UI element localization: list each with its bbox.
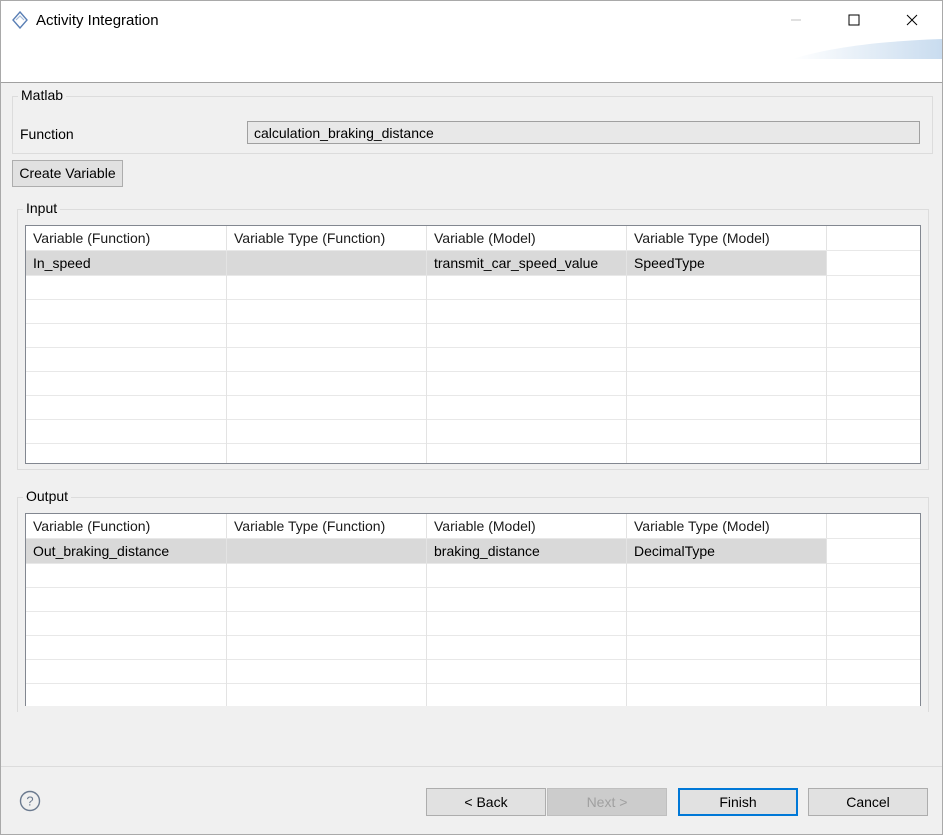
maximize-icon — [848, 14, 860, 26]
svg-text:?: ? — [26, 794, 33, 809]
column-header[interactable]: Variable Type (Model) — [627, 514, 827, 538]
empty-row — [26, 275, 920, 300]
column-header-filler — [827, 226, 920, 250]
empty-row — [26, 563, 920, 588]
empty-row — [26, 683, 920, 706]
column-header[interactable]: Variable (Model) — [427, 514, 627, 538]
empty-row — [26, 323, 920, 348]
back-button[interactable]: < Back — [426, 788, 546, 816]
cell-var-function[interactable]: In_speed — [26, 251, 227, 275]
output-group: Output Variable (Function) Variable Type… — [17, 488, 929, 712]
activity-diamond-icon — [11, 10, 29, 30]
empty-row — [26, 659, 920, 684]
input-group-title: Input — [23, 200, 61, 216]
input-group: Input Variable (Function) Variable Type … — [17, 200, 929, 470]
cell-type-model[interactable]: DecimalType — [627, 539, 827, 563]
finish-button[interactable]: Finish — [678, 788, 798, 816]
minimize-icon — [791, 19, 801, 21]
column-header[interactable]: Variable (Function) — [26, 514, 227, 538]
window-title: Activity Integration — [36, 12, 159, 29]
empty-row — [26, 611, 920, 636]
cell-var-model[interactable]: transmit_car_speed_value — [427, 251, 627, 275]
input-table[interactable]: Variable (Function) Variable Type (Funct… — [25, 225, 921, 464]
maximize-button[interactable] — [839, 7, 869, 33]
table-header: Variable (Function) Variable Type (Funct… — [26, 514, 920, 539]
empty-row — [26, 419, 920, 444]
table-row[interactable]: In_speed transmit_car_speed_value SpeedT… — [26, 251, 920, 276]
empty-row — [26, 635, 920, 660]
empty-row — [26, 347, 920, 372]
cancel-button[interactable]: Cancel — [808, 788, 928, 816]
cell-type-function[interactable] — [227, 251, 427, 275]
close-button[interactable] — [897, 7, 927, 33]
create-variable-button[interactable]: Create Variable — [12, 160, 123, 187]
help-button[interactable]: ? — [19, 790, 41, 812]
empty-row — [26, 299, 920, 324]
output-group-title: Output — [23, 488, 72, 504]
table-header: Variable (Function) Variable Type (Funct… — [26, 226, 920, 251]
cell-var-function[interactable]: Out_braking_distance — [26, 539, 227, 563]
dialog-window: Activity Integration Matlab Function cal… — [0, 0, 943, 835]
column-header-filler — [827, 514, 920, 538]
empty-row — [26, 443, 920, 463]
close-icon — [906, 14, 918, 26]
next-button[interactable]: Next > — [547, 788, 667, 816]
column-header[interactable]: Variable (Model) — [427, 226, 627, 250]
column-header[interactable]: Variable Type (Function) — [227, 226, 427, 250]
cell-filler — [827, 251, 920, 275]
empty-row — [26, 395, 920, 420]
column-header[interactable]: Variable Type (Function) — [227, 514, 427, 538]
footer-separator — [1, 766, 942, 767]
column-header[interactable]: Variable Type (Model) — [627, 226, 827, 250]
function-field[interactable]: calculation_braking_distance — [247, 121, 920, 144]
title-bar: Activity Integration — [1, 1, 942, 83]
column-header[interactable]: Variable (Function) — [26, 226, 227, 250]
cell-filler — [827, 539, 920, 563]
cell-type-function[interactable] — [227, 539, 427, 563]
cell-type-model[interactable]: SpeedType — [627, 251, 827, 275]
cell-var-model[interactable]: braking_distance — [427, 539, 627, 563]
function-label: Function — [20, 126, 74, 142]
empty-row — [26, 371, 920, 396]
minimize-button[interactable] — [781, 7, 811, 33]
help-question-icon: ? — [19, 790, 41, 812]
matlab-group-title: Matlab — [18, 87, 67, 103]
output-table[interactable]: Variable (Function) Variable Type (Funct… — [25, 513, 921, 706]
matlab-group: Matlab Function calculation_braking_dist… — [12, 87, 933, 154]
empty-row — [26, 587, 920, 612]
table-row[interactable]: Out_braking_distance braking_distance De… — [26, 539, 920, 564]
banner-swoosh-graphic — [792, 39, 942, 59]
